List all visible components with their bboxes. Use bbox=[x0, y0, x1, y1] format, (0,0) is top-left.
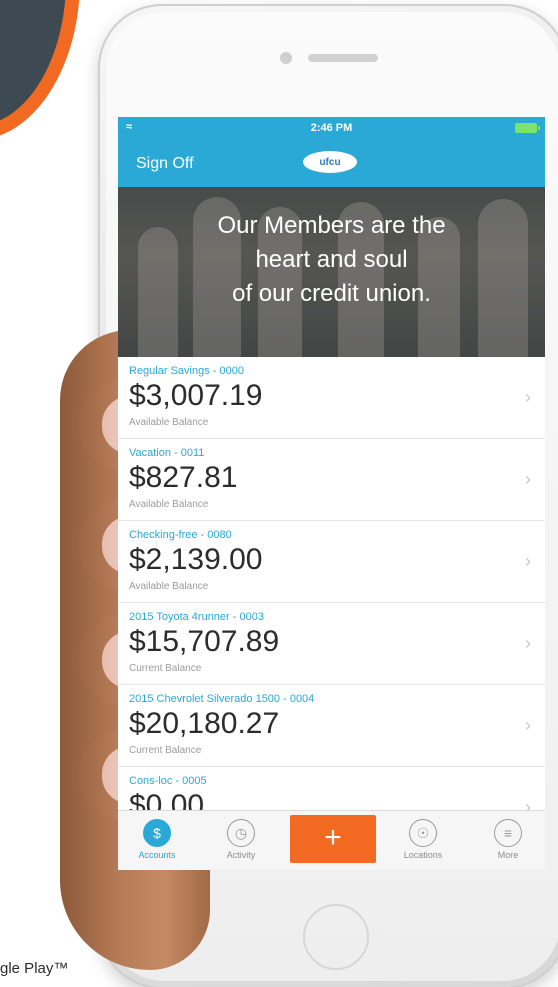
location-pin-icon: ☉ bbox=[409, 819, 437, 847]
tab-label: More bbox=[497, 850, 519, 860]
account-name: Checking-free - 0080 bbox=[129, 529, 232, 541]
clock-icon: ◷ bbox=[227, 819, 255, 847]
account-row[interactable]: 2015 Chevrolet Silverado 1500 - 0004 $20… bbox=[118, 685, 545, 767]
account-name: 2015 Toyota 4runner - 0003 bbox=[129, 611, 264, 623]
account-name: Cons-loc - 0005 bbox=[129, 775, 207, 787]
dollar-icon: $ bbox=[143, 819, 171, 847]
balance-type: Current Balance bbox=[129, 745, 202, 756]
hero-line: heart and soul bbox=[255, 246, 408, 273]
balance-type: Available Balance bbox=[129, 417, 209, 428]
credit-union-logo: ufcu bbox=[303, 151, 357, 173]
tab-locations[interactable]: ☉ Locations bbox=[388, 819, 458, 860]
menu-icon: ≡ bbox=[494, 819, 522, 847]
tab-label: Accounts bbox=[138, 850, 176, 860]
account-balance: $20,180.27 bbox=[129, 707, 280, 740]
account-row[interactable]: Vacation - 0011 $827.81 Available Balanc… bbox=[118, 439, 545, 521]
balance-type: Available Balance bbox=[129, 581, 209, 592]
decorative-orange-circle bbox=[0, 0, 80, 140]
status-time: 2:46 PM bbox=[310, 122, 353, 134]
add-transaction-button[interactable]: + bbox=[290, 815, 376, 863]
account-balance: $15,707.89 bbox=[129, 625, 280, 658]
account-balance: $827.81 bbox=[129, 461, 238, 494]
chevron-right-icon: › bbox=[525, 469, 531, 489]
balance-type: Available Balance bbox=[129, 499, 209, 510]
account-balance: $2,139.00 bbox=[129, 543, 263, 576]
account-row[interactable]: 2015 Toyota 4runner - 0003 $15,707.89 Cu… bbox=[118, 603, 545, 685]
account-name: Vacation - 0011 bbox=[129, 447, 205, 459]
hero-tagline: Our Members are the heart and soul of ou… bbox=[118, 209, 545, 311]
hero-banner: Our Members are the heart and soul of ou… bbox=[118, 187, 545, 357]
chevron-right-icon: › bbox=[525, 715, 531, 735]
app-screen: ≈ 2:46 PM Sign Off ufcu Our Members are … bbox=[118, 117, 545, 870]
accounts-list: Regular Savings - 0000 $3,007.19 Availab… bbox=[118, 357, 545, 849]
tab-activity[interactable]: ◷ Activity bbox=[206, 819, 276, 860]
hero-line: of our credit union. bbox=[232, 280, 431, 307]
tab-label: Locations bbox=[403, 850, 443, 860]
hero-line: Our Members are the bbox=[217, 212, 446, 239]
account-name: Regular Savings - 0000 bbox=[129, 365, 244, 377]
chevron-right-icon: › bbox=[525, 387, 531, 407]
account-row[interactable]: Checking-free - 0080 $2,139.00 Available… bbox=[118, 521, 545, 603]
earpiece-speaker bbox=[308, 54, 378, 62]
nav-bar: Sign Off ufcu bbox=[118, 139, 545, 187]
front-camera bbox=[280, 52, 292, 64]
tab-label: Activity bbox=[226, 850, 256, 860]
sign-off-button[interactable]: Sign Off bbox=[136, 155, 194, 173]
account-balance: $3,007.19 bbox=[129, 379, 263, 412]
chevron-right-icon: › bbox=[525, 633, 531, 653]
stage: ≈ 2:46 PM Sign Off ufcu Our Members are … bbox=[0, 0, 558, 987]
tab-accounts[interactable]: $ Accounts bbox=[122, 819, 192, 860]
home-button bbox=[303, 904, 369, 970]
tab-bar: $ Accounts ◷ Activity + ☉ Locations ≡ Mo… bbox=[118, 810, 545, 870]
chevron-right-icon: › bbox=[525, 551, 531, 571]
battery-icon bbox=[515, 123, 540, 133]
tab-more[interactable]: ≡ More bbox=[473, 819, 543, 860]
balance-type: Current Balance bbox=[129, 663, 202, 674]
store-badge-caption: gle Play™ bbox=[0, 960, 69, 977]
wifi-icon: ≈ bbox=[126, 121, 133, 133]
account-row[interactable]: Regular Savings - 0000 $3,007.19 Availab… bbox=[118, 357, 545, 439]
account-name: 2015 Chevrolet Silverado 1500 - 0004 bbox=[129, 693, 315, 705]
status-bar: ≈ 2:46 PM bbox=[118, 117, 545, 139]
